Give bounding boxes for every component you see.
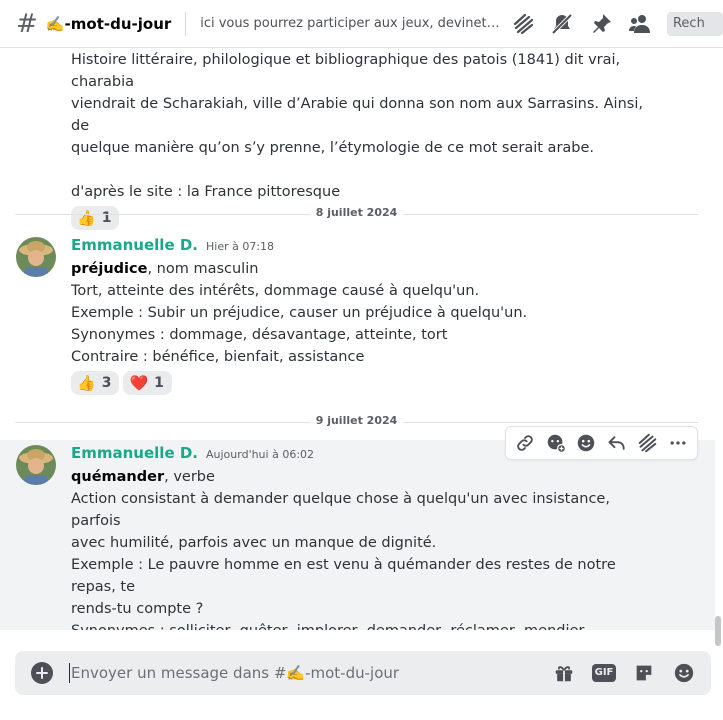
timestamp[interactable]: Hier à 07:18 bbox=[206, 236, 274, 258]
reactions: 👍 3 ❤️ 1 bbox=[71, 371, 661, 395]
timestamp[interactable]: Aujourd'hui à 06:02 bbox=[206, 444, 314, 466]
message-input[interactable]: Envoyer un message dans #✍️-mot-du-jour bbox=[69, 663, 551, 683]
word-title: quémander bbox=[71, 469, 165, 485]
link-icon[interactable] bbox=[513, 431, 537, 455]
avatar[interactable] bbox=[16, 237, 56, 277]
reply-icon[interactable] bbox=[605, 431, 629, 455]
date-separator-label: 9 juillet 2024 bbox=[309, 414, 404, 427]
more-options-icon[interactable] bbox=[666, 431, 690, 455]
add-attachment-button[interactable] bbox=[31, 662, 53, 684]
members-icon[interactable] bbox=[628, 11, 653, 36]
sticker-icon[interactable] bbox=[631, 660, 657, 686]
heart-icon: ❤️ bbox=[129, 374, 149, 392]
plus-icon bbox=[36, 667, 48, 679]
message-line: d'après le site : la France pittoresque bbox=[71, 184, 341, 200]
reaction-heart[interactable]: ❤️ 1 bbox=[123, 371, 172, 395]
word-type: , verbe bbox=[164, 469, 215, 485]
header-divider bbox=[185, 11, 187, 36]
reaction-count: 1 bbox=[101, 210, 112, 226]
message-line: avec humilité, parfois avec un manque de… bbox=[71, 535, 437, 551]
threads-icon[interactable] bbox=[511, 11, 536, 36]
reaction-count: 3 bbox=[101, 375, 112, 391]
message-line: quémander, verbe bbox=[71, 466, 661, 488]
message-line: quelque manière qu’on s’y prenne, l’étym… bbox=[71, 140, 595, 156]
thumbs-up-icon: 👍 bbox=[77, 209, 96, 227]
reaction-thumbs-up[interactable]: 👍 1 bbox=[71, 206, 120, 230]
message-line: Contraire : bénéfice, bienfait, assistan… bbox=[71, 349, 365, 365]
channel-name-text: -mot-du-jour bbox=[64, 14, 172, 33]
channel-emoji: ✍️ bbox=[45, 14, 65, 33]
author-name[interactable]: Emmanuelle D. bbox=[71, 234, 198, 256]
channel-name: ✍️-mot-du-jour bbox=[46, 15, 171, 33]
gif-icon[interactable]: GIF bbox=[591, 660, 617, 686]
channel-topic[interactable]: ici vous pourrez participer aux jeux, de… bbox=[200, 16, 503, 31]
composer-buttons: GIF bbox=[551, 660, 697, 686]
author-name[interactable]: Emmanuelle D. bbox=[71, 442, 198, 464]
date-separator: 9 juillet 2024 bbox=[15, 414, 698, 427]
word-type: , nom masculin bbox=[147, 261, 259, 277]
message-line: Exemple : Subir un préjudice, causer un … bbox=[71, 305, 528, 321]
avatar[interactable] bbox=[16, 445, 56, 485]
message-line: Action consistant à demander quelque cho… bbox=[71, 491, 610, 529]
emoji-icon[interactable] bbox=[671, 660, 697, 686]
reaction-thumbs-up[interactable]: 👍 3 bbox=[71, 371, 120, 395]
message-line: rends-tu compte ? bbox=[71, 601, 204, 617]
message-body: Emmanuelle D. Hier à 07:18 préjudice, no… bbox=[71, 234, 661, 395]
message-line: Tort, atteinte des intérêts, dommage cau… bbox=[71, 283, 480, 299]
scrollbar-thumb[interactable] bbox=[715, 616, 721, 646]
message-body: Emmanuelle D. Aujourd'hui à 06:02 quéman… bbox=[71, 442, 661, 630]
add-reaction-icon[interactable] bbox=[574, 431, 598, 455]
message-line: Histoire littéraire, philologique et bib… bbox=[71, 52, 621, 90]
gif-label: GIF bbox=[591, 664, 617, 682]
message-list[interactable]: Histoire littéraire, philologique et bib… bbox=[0, 48, 715, 630]
date-separator: 8 juillet 2024 bbox=[15, 206, 698, 219]
channel-header: # ✍️-mot-du-jour ici vous pourrez partic… bbox=[0, 0, 723, 48]
message-line: préjudice, nom masculin bbox=[71, 258, 661, 280]
word-title: préjudice bbox=[71, 261, 148, 277]
mute-icon[interactable] bbox=[550, 11, 575, 36]
gift-icon[interactable] bbox=[551, 660, 577, 686]
create-thread-icon[interactable] bbox=[635, 431, 659, 455]
thumbs-up-icon: 👍 bbox=[77, 374, 96, 392]
add-super-reaction-icon[interactable] bbox=[544, 431, 568, 455]
hash-icon: # bbox=[16, 8, 38, 39]
message-header: Emmanuelle D. Hier à 07:18 bbox=[71, 234, 661, 258]
reaction-count: 1 bbox=[154, 375, 164, 391]
header-toolbar bbox=[511, 11, 653, 36]
message-actions-toolbar bbox=[505, 426, 698, 460]
search-input[interactable]: Rech bbox=[666, 11, 723, 36]
message[interactable]: Emmanuelle D. Hier à 07:18 préjudice, no… bbox=[0, 234, 715, 404]
message-line: Synonymes : solliciter, quêter, implorer… bbox=[71, 620, 661, 630]
message[interactable]: Emmanuelle D. Aujourd'hui à 06:02 quéman… bbox=[0, 440, 715, 630]
message-line: Synonymes : dommage, désavantage, attein… bbox=[71, 327, 448, 343]
message-line: viendrait de Scharakiah, ville d’Arabie … bbox=[71, 96, 643, 134]
message-content: Histoire littéraire, philologique et bib… bbox=[71, 49, 661, 230]
message-composer: Envoyer un message dans #✍️-mot-du-jour … bbox=[15, 651, 711, 695]
message-line: Exemple : Le pauvre homme en est venu à … bbox=[71, 557, 616, 595]
date-separator-label: 8 juillet 2024 bbox=[309, 206, 404, 219]
pin-icon[interactable] bbox=[589, 11, 614, 36]
